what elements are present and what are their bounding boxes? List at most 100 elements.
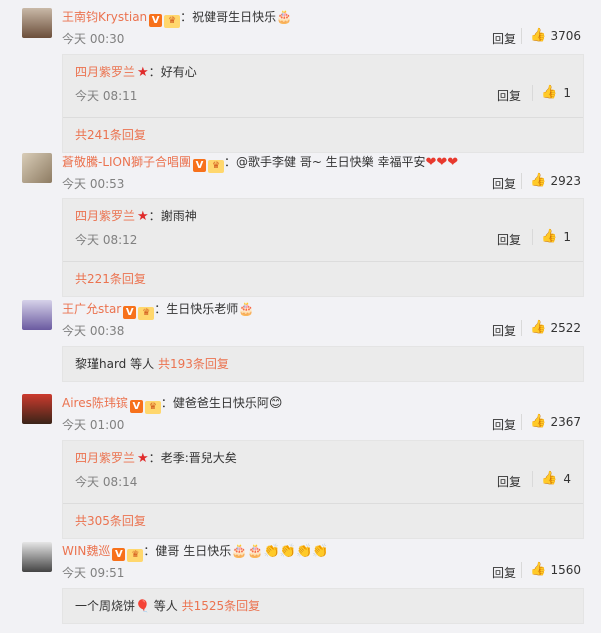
username-link[interactable]: 四月紫罗兰: [75, 451, 135, 465]
reply-button[interactable]: 回复: [492, 416, 516, 433]
username-link[interactable]: 四月紫罗兰: [75, 209, 135, 223]
sub-reply-text: 好有心: [160, 65, 197, 79]
sub-replies: 黎瑾hard 等人 共193条回复: [62, 346, 584, 382]
crown-badge-icon: ♛: [138, 307, 155, 320]
avatar[interactable]: [22, 300, 52, 330]
more-replies-text: 共193条回复: [157, 357, 229, 371]
crown-badge-icon: ♛: [144, 401, 161, 414]
star-badge-icon: ★: [137, 209, 149, 224]
comment-text: 健哥 生日快乐: [155, 544, 232, 558]
more-replies-link[interactable]: 黎瑾hard 等人 共193条回复: [63, 347, 583, 381]
like-count: 1: [563, 86, 571, 100]
like-count: 3706: [550, 29, 581, 43]
more-replies-link[interactable]: 共305条回复: [63, 504, 583, 538]
sub-reply-text: 老季:晋兒大矣: [160, 451, 237, 465]
avatar[interactable]: [22, 542, 52, 572]
comment-line: Aires陈玮镔 V ♛ ：健爸爸生日快乐阿😊: [62, 395, 282, 414]
username-link[interactable]: WIN魏巡: [62, 544, 110, 558]
colon: ：: [180, 10, 193, 24]
reply-button[interactable]: 回复: [492, 30, 516, 47]
reply-button[interactable]: 回复: [497, 231, 521, 248]
like-count: 1560: [550, 563, 581, 577]
comment-text: 生日快乐老师: [166, 302, 239, 316]
sub-reply-line: 四月紫罗兰 ★：謝雨神: [75, 208, 197, 225]
like-button[interactable]: 👍 2923: [521, 173, 582, 189]
username-link[interactable]: 王南钧Krystian: [62, 10, 147, 24]
more-replies-link[interactable]: 共241条回复: [63, 118, 583, 152]
sub-replies: 四月紫罗兰 ★：好有心 今天 08:11 回复 👍 1 共241条回复: [62, 54, 584, 153]
star-badge-icon: ★: [137, 451, 149, 466]
thumbs-up-icon: 👍: [530, 562, 547, 577]
crown-badge-icon: ♛: [207, 160, 224, 173]
verified-badge-icon: V: [129, 400, 143, 413]
sub-reply-text: 謝雨神: [160, 209, 197, 223]
smile-emoji-icon: 😊: [268, 396, 283, 411]
like-count: 1: [563, 230, 571, 244]
like-button[interactable]: 👍 3706: [521, 28, 582, 44]
like-button[interactable]: 👍 4: [532, 471, 583, 487]
like-button[interactable]: 👍 2522: [521, 320, 582, 336]
colon: ：: [143, 544, 156, 558]
cake-clap-emoji-icon: 🎂🎂👏👏👏👏: [231, 544, 329, 559]
like-count: 4: [563, 472, 571, 486]
sub-reply: 四月紫罗兰 ★：好有心 今天 08:11 回复 👍 1: [63, 55, 583, 118]
like-button[interactable]: 👍 2367: [521, 414, 582, 430]
more-replies-link[interactable]: 共221条回复: [63, 262, 583, 296]
username-link[interactable]: Aires陈玮镔: [62, 396, 128, 410]
cake-emoji-icon: 🎂: [276, 10, 293, 25]
more-replies-text: 共1525条回复: [181, 599, 261, 613]
thumbs-up-icon: 👍: [541, 471, 558, 486]
thumbs-up-icon: 👍: [541, 85, 558, 100]
avatar[interactable]: [22, 8, 52, 38]
thumbs-up-icon: 👍: [530, 320, 547, 335]
comment-time: 今天 00:38: [62, 324, 125, 338]
like-button[interactable]: 👍 1560: [521, 562, 582, 578]
avatar[interactable]: [22, 153, 52, 183]
crown-badge-icon: ♛: [164, 15, 181, 28]
verified-badge-icon: V: [149, 14, 163, 27]
sub-reply-time: 今天 08:11: [75, 89, 138, 103]
crown-badge-icon: ♛: [127, 549, 144, 562]
star-badge-icon: ★: [137, 65, 149, 80]
comment-text: 健爸爸生日快乐阿: [172, 396, 269, 410]
verified-badge-icon: V: [192, 159, 206, 172]
more-replies-text: 共241条回复: [75, 128, 146, 142]
more-replies-link[interactable]: 一个周烧饼🎈 等人 共1525条回复: [63, 589, 583, 623]
sub-reply-time: 今天 08:14: [75, 475, 138, 489]
like-button[interactable]: 👍 1: [532, 229, 583, 245]
thumbs-up-icon: 👍: [530, 414, 547, 429]
username-link[interactable]: 王广允star: [62, 302, 121, 316]
cake-emoji-icon: 🎂: [238, 302, 255, 317]
more-replies-text: 共305条回复: [75, 514, 146, 528]
reply-button[interactable]: 回复: [497, 87, 521, 104]
reply-button[interactable]: 回复: [492, 175, 516, 192]
verified-badge-icon: V: [123, 306, 137, 319]
sub-reply-time: 今天 08:12: [75, 233, 138, 247]
like-count: 2522: [550, 321, 581, 335]
comment-text: 祝健哥生日快乐: [192, 10, 277, 24]
username-link[interactable]: 蒼敬騰-LION獅子合唱團: [62, 155, 191, 169]
reply-button[interactable]: 回复: [492, 564, 516, 581]
comment-time: 今天 01:00: [62, 418, 125, 432]
colon: ：: [148, 209, 161, 223]
reply-button[interactable]: 回复: [492, 322, 516, 339]
like-count: 2367: [550, 415, 581, 429]
more-replies-text: 共221条回复: [75, 272, 146, 286]
colon: ：: [223, 155, 236, 169]
like-count: 2923: [550, 174, 581, 188]
thumbs-up-icon: 👍: [530, 173, 547, 188]
avatar[interactable]: [22, 394, 52, 424]
sub-reply-line: 四月紫罗兰 ★：老季:晋兒大矣: [75, 450, 237, 467]
comment-time: 今天 00:30: [62, 32, 125, 46]
more-replies-users: 一个周烧饼🎈 等人: [75, 599, 178, 613]
sub-reply-line: 四月紫罗兰 ★：好有心: [75, 64, 197, 81]
sub-replies: 一个周烧饼🎈 等人 共1525条回复: [62, 588, 584, 624]
sub-reply: 四月紫罗兰 ★：老季:晋兒大矣 今天 08:14 回复 👍 4: [63, 441, 583, 504]
heart-emoji-icon: ❤❤❤: [425, 155, 459, 170]
like-button[interactable]: 👍 1: [532, 85, 583, 101]
username-link[interactable]: 四月紫罗兰: [75, 65, 135, 79]
colon: ：: [154, 302, 167, 316]
sub-replies: 四月紫罗兰 ★：謝雨神 今天 08:12 回复 👍 1 共221条回复: [62, 198, 584, 297]
reply-button[interactable]: 回复: [497, 473, 521, 490]
comment-line: 王广允star V ♛ ：生日快乐老师🎂: [62, 301, 254, 320]
